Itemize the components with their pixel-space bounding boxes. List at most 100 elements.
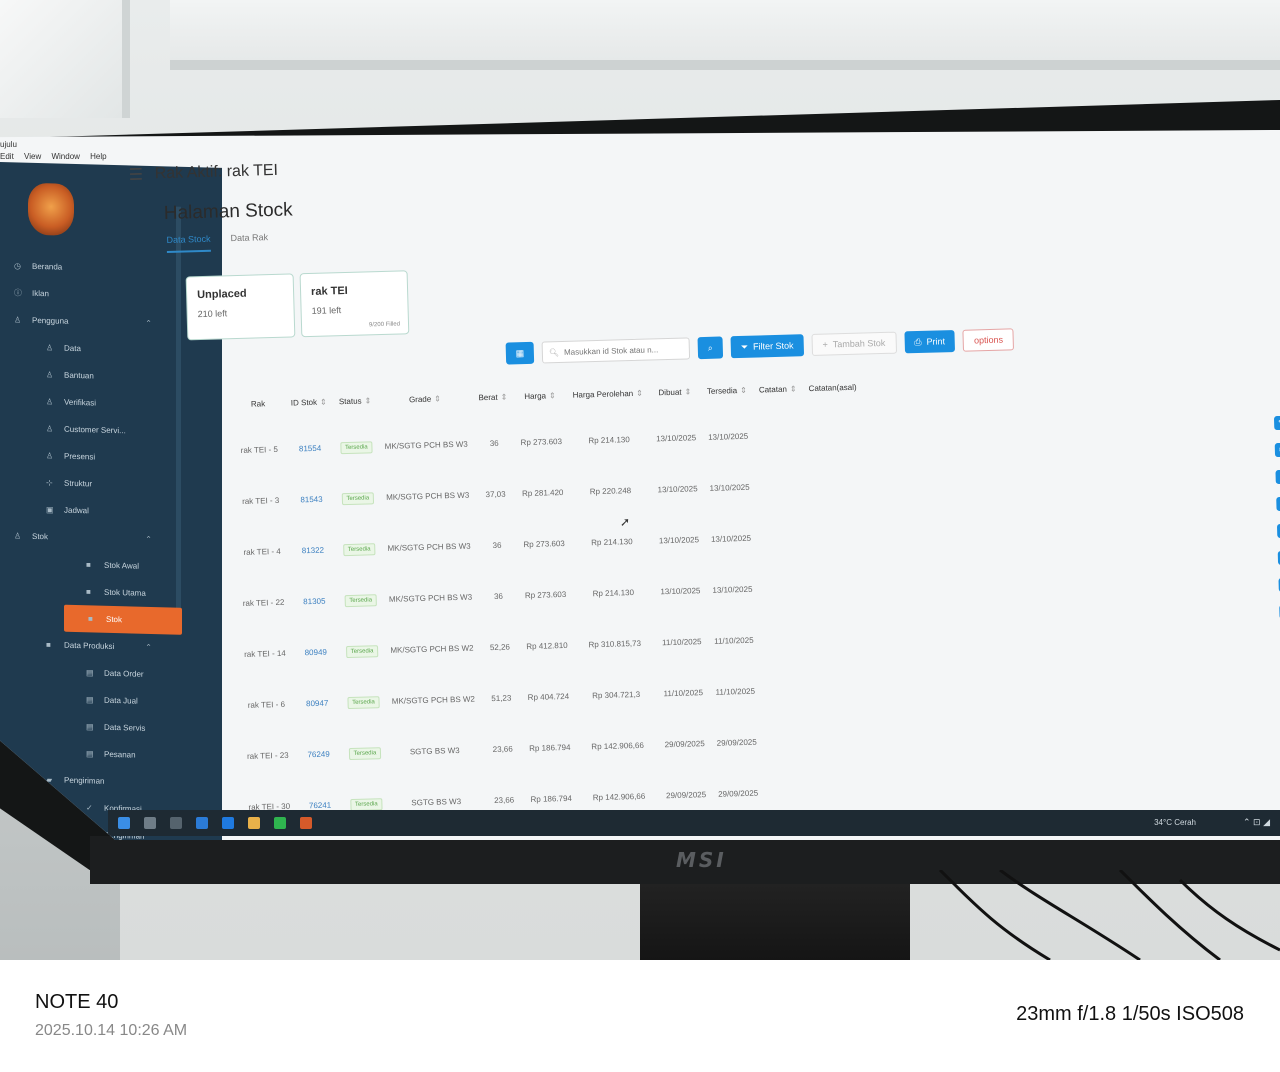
table-cell: Rp 310.815,73 — [588, 638, 642, 650]
user-icon: ♙ — [46, 424, 54, 434]
table-cell[interactable]: 81305 — [290, 575, 339, 627]
column-header[interactable]: Dibuat ⇕ — [649, 387, 702, 413]
filter-label: Filter Stok — [752, 340, 794, 352]
windows-start-icon[interactable] — [118, 817, 130, 829]
sort-icon[interactable]: ⇕ — [790, 384, 797, 393]
table-cell: 13/10/2025 — [657, 484, 698, 495]
edge-icon[interactable] — [196, 817, 208, 829]
folder-icon[interactable] — [248, 817, 260, 829]
screen: ujulu Edit View Window Help ◷ Beranda ⓘ Ikl… — [0, 130, 1280, 840]
print-row-button[interactable]: ⎙ — [1276, 496, 1280, 512]
print-label: Print — [926, 336, 946, 347]
taskbar: 34°C Cerah ⌃ ⊡ ◢ — [108, 810, 1280, 836]
rack-card-tei[interactable]: rak TEI 191 left 9/200 Filled — [299, 270, 410, 338]
sidebar-item-label: Jadwal — [64, 505, 89, 516]
table-cell: Rp 273.603 — [520, 436, 563, 448]
column-header-label: Catatan — [758, 384, 788, 395]
table-cell[interactable]: 80949 — [291, 626, 340, 678]
table-cell — [806, 510, 867, 563]
column-header[interactable]: Catatan ⇕ — [753, 384, 803, 410]
cart-icon: ▤ — [86, 749, 94, 759]
tambah-stok-button[interactable]: + Tambah Stok — [811, 331, 897, 356]
rack-cards: Unplaced 210 left rak TEI 191 left 9/200… — [185, 270, 410, 341]
search-button[interactable]: ⌕ — [697, 336, 724, 360]
sort-icon[interactable]: ⇕ — [364, 396, 371, 405]
table-cell — [762, 715, 813, 767]
user-icon: ♙ — [46, 343, 54, 353]
column-header[interactable]: ID Stok ⇕ — [285, 397, 334, 423]
column-header[interactable]: Catatan(asal) — [802, 383, 863, 410]
rack-card-unplaced[interactable]: Unplaced 210 left — [185, 273, 296, 341]
edit-row-button[interactable]: ✎ — [1275, 469, 1280, 485]
column-header[interactable]: Harga Perolehan ⇕ — [567, 389, 650, 416]
system-tray-icon[interactable]: ⌃ ⊡ ◢ — [1243, 817, 1270, 828]
sort-icon[interactable]: ⇕ — [320, 398, 327, 407]
sort-icon[interactable]: ⇕ — [501, 393, 508, 402]
menu-help[interactable]: Help — [90, 152, 106, 161]
rack-capacity: 9/200 Filled — [368, 321, 401, 329]
table-cell — [803, 408, 864, 461]
sidebar-item-label: Data Order — [104, 668, 144, 679]
column-header[interactable]: Grade ⇕ — [377, 393, 473, 421]
sidebar-item-label: Customer Servi... — [64, 424, 126, 436]
sort-icon[interactable]: ⇕ — [636, 389, 643, 398]
whatsapp-icon[interactable] — [274, 817, 286, 829]
status-badge: Tersedia — [348, 746, 382, 760]
table-cell[interactable]: 80947 — [293, 677, 342, 729]
table-cell: Rp 412.810 — [526, 640, 568, 652]
menu-window[interactable]: Window — [51, 152, 79, 161]
table-cell: Rp 142.906,66 — [591, 740, 644, 752]
table-cell[interactable]: 81322 — [288, 524, 337, 576]
status-badge: Tersedia — [346, 695, 381, 709]
search-input[interactable] — [563, 344, 683, 357]
tab-data-rak[interactable]: Data Rak — [230, 232, 268, 251]
column-header[interactable]: Status ⇕ — [333, 396, 378, 422]
table-cell: rak TEI - 6 — [247, 699, 286, 710]
sort-icon[interactable]: ⇕ — [684, 387, 691, 396]
sidebar-item-label: Bantuan — [64, 370, 94, 381]
menu-toggle-icon[interactable]: ☰ — [128, 164, 155, 185]
table-cell[interactable]: 81543 — [287, 473, 336, 525]
store-icon[interactable] — [222, 817, 234, 829]
column-header-label: ID Stok — [290, 397, 318, 408]
options-button[interactable]: options — [962, 328, 1015, 352]
search-icon[interactable] — [144, 817, 156, 829]
sort-icon[interactable]: ⇕ — [549, 391, 556, 400]
task-view-icon[interactable] — [170, 817, 182, 829]
filter-stok-button[interactable]: ⏷ Filter Stok — [730, 334, 804, 359]
grid-view-button[interactable]: ▦ — [505, 341, 535, 365]
table-cell[interactable]: 81554 — [285, 422, 334, 474]
table-cell: rak TEI - 22 — [242, 597, 285, 608]
info-icon: ⓘ — [14, 288, 22, 298]
table-cell — [761, 664, 812, 716]
cart-icon: ▤ — [86, 695, 94, 705]
search-box: 🔍︎ — [541, 337, 691, 364]
table-cell: Rp 404.724 — [527, 691, 570, 703]
sidebar-item-label: Beranda — [32, 261, 63, 272]
tab-data-stock[interactable]: Data Stock — [166, 233, 211, 253]
column-header[interactable]: Tersedia ⇕ — [701, 386, 754, 412]
table-cell: Tersedia — [336, 523, 382, 575]
sort-icon[interactable]: ⇕ — [434, 394, 441, 403]
weather-status[interactable]: 34°C Cerah — [1154, 818, 1196, 827]
window-frame — [0, 0, 130, 118]
column-header[interactable]: Harga ⇕ — [513, 391, 567, 417]
sidebar-item-label: Data Produksi — [64, 640, 115, 651]
sidebar-item-label: Data Servis — [104, 722, 146, 733]
column-header[interactable]: Rak — [231, 399, 285, 425]
table-cell: Rp 304.721,3 — [592, 689, 641, 701]
menu-view[interactable]: View — [24, 152, 41, 161]
menu-edit[interactable]: Edit — [0, 152, 14, 161]
table-cell: Tersedia — [333, 421, 379, 473]
table-cell: Tersedia — [342, 727, 388, 779]
print-row-button[interactable]: ⎙ — [1274, 442, 1280, 458]
table-cell: 11/10/2025 — [661, 637, 702, 648]
edit-row-button[interactable]: ✎ — [1273, 415, 1280, 431]
column-header[interactable]: Berat ⇕ — [472, 392, 514, 418]
print-button[interactable]: ⎙ Print — [903, 329, 956, 354]
sort-icon[interactable]: ⇕ — [740, 386, 747, 395]
table-cell: rak TEI - 23 — [246, 750, 289, 761]
app-taskbar-icon[interactable] — [300, 817, 312, 829]
table-cell: Tersedia — [335, 472, 381, 524]
table-cell[interactable]: 76249 — [294, 728, 343, 780]
